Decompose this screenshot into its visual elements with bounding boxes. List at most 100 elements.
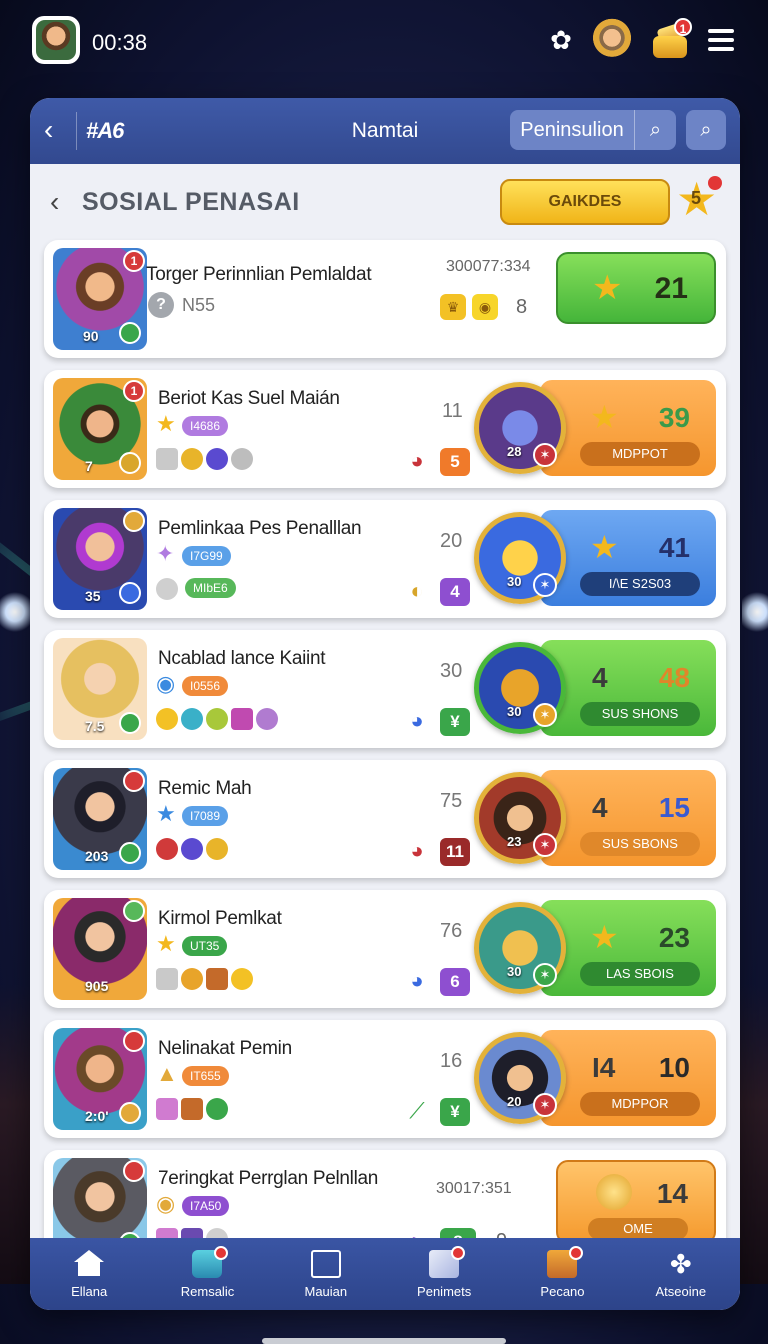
map-icon	[310, 1250, 341, 1278]
profile-avatar[interactable]	[32, 16, 80, 64]
player-name: Beriot Kas Suel Maián	[158, 388, 340, 409]
list-item[interactable]: 203 Remic Mah ★ I7089 75 ◕ 11 4 15 SUS S…	[44, 760, 726, 878]
horn-icon[interactable]: ◐	[404, 578, 430, 604]
tab-map[interactable]: Mauian	[267, 1238, 385, 1310]
score-value: 21	[654, 272, 688, 305]
list-item[interactable]: 905 Kirmol Pemlkat ★ UT35 76 ◕ 6 ★ 23 LA…	[44, 890, 726, 1008]
score-panel[interactable]: 4 48 SUS SHONS	[540, 640, 716, 736]
star-gem-icon	[156, 708, 178, 730]
purple-gem-icon	[256, 708, 278, 730]
gold-gem-icon	[181, 968, 203, 990]
score-panel[interactable]: I4 10 MDPPOR	[540, 1030, 716, 1126]
score-button[interactable]: ★ 21	[556, 252, 716, 324]
shield-icon: ◉	[156, 671, 176, 696]
pin-icon[interactable]: ◕	[404, 838, 430, 864]
score-value: 48	[658, 662, 690, 693]
score-panel[interactable]: ★ 39 MDPPOT	[540, 380, 716, 476]
rank-emblem	[119, 452, 141, 474]
alert-badge	[123, 770, 145, 792]
silver-gem-icon	[156, 448, 178, 470]
search-icon[interactable]: ⌕	[634, 110, 676, 150]
pin-icon[interactable]: ◕	[404, 448, 430, 474]
search-field[interactable]: Peninsulion ⌕	[510, 110, 676, 150]
rank-emblem	[119, 1102, 141, 1124]
player-rank: 75	[440, 790, 463, 812]
status-bar: 00:38 ✿ 1	[0, 0, 768, 90]
tab-home[interactable]: Ellana	[30, 1238, 148, 1310]
action-count[interactable]: 6	[440, 968, 470, 996]
score-label: LAS SBOIS	[580, 962, 700, 986]
character-icon[interactable]	[592, 18, 632, 62]
player-rank: 11	[442, 400, 463, 422]
star-icon: ★	[156, 801, 176, 826]
bird-icon[interactable]: ◕	[404, 968, 430, 994]
tab-items[interactable]: Penimets	[385, 1238, 503, 1310]
player-portrait: 1 90	[53, 248, 147, 350]
horn-medal: 30 ✶	[474, 902, 566, 994]
player-tag: UT35	[182, 936, 228, 956]
medal-badge-icon: ✶	[533, 963, 557, 987]
alert-badge	[123, 1160, 145, 1182]
action-count[interactable]: 11	[440, 838, 470, 866]
star-badge[interactable]: ★ 5	[676, 176, 722, 222]
action-count[interactable]: 4	[440, 578, 470, 606]
score-left: 4	[592, 792, 608, 823]
player-tag: I7089	[182, 806, 229, 826]
player-level: 35	[85, 588, 101, 604]
star-medal: 30 ✶	[474, 512, 566, 604]
sun-badge-icon	[596, 1174, 632, 1210]
settings-icon[interactable]: ✿	[548, 27, 574, 53]
action-count[interactable]: ¥	[440, 708, 470, 736]
action-count[interactable]: 5	[440, 448, 470, 476]
player-rank: 30	[440, 660, 463, 682]
tab-shop[interactable]: Remsalic	[148, 1238, 266, 1310]
sword-icon[interactable]: ⟋	[404, 1098, 430, 1124]
search-label: Peninsulion	[520, 118, 624, 141]
action-count[interactable]: ¥	[440, 1098, 470, 1126]
menu-icon[interactable]	[708, 29, 734, 51]
player-rank: 76	[440, 920, 463, 942]
medal-badge-icon: ✶	[533, 443, 557, 467]
leaderboard-panel: ‹ #A6 Namtai Peninsulion ⌕ ⌕ ‹ SOSIAL PE…	[30, 98, 740, 1310]
star-icon: ★	[592, 269, 623, 307]
player-tag: I7G99	[182, 546, 231, 566]
back-icon[interactable]: ‹	[50, 186, 59, 218]
list-item[interactable]: 1 90 Torger Perinnlian Pemlaldat ? N55 3…	[44, 240, 726, 358]
score-panel[interactable]: 14 OME	[556, 1160, 716, 1244]
tab-chest[interactable]: Pecano	[503, 1238, 621, 1310]
gold-badge	[123, 510, 145, 532]
search-button[interactable]: ⌕	[686, 110, 726, 150]
star-gem-icon	[231, 968, 253, 990]
medal-badge-icon: ✶	[533, 573, 557, 597]
player-name: 7eringkat Perrglan Pelnllan	[158, 1168, 379, 1189]
list-item[interactable]: 7.5 Ncablad lance Kaiint ◉ I0556 30 ◕ ¥ …	[44, 630, 726, 748]
coin-icon: ◉	[156, 1191, 176, 1216]
list-item[interactable]: 1 7 Beriot Kas Suel Maián ★ I4686 11 ◕ 5…	[44, 370, 726, 488]
alert-badge	[123, 1030, 145, 1052]
list-item[interactable]: 35 Pemlinkaa Pes Penalllan ✦ I7G99 MIbE6…	[44, 500, 726, 618]
score-value: 23	[658, 922, 690, 953]
score-panel[interactable]: ★ 41 I/\E S2S03	[540, 510, 716, 606]
gear-gem-icon	[231, 448, 253, 470]
tab-more[interactable]: ✤ Atseoine	[622, 1238, 740, 1310]
bottom-tab-bar: Ellana Remsalic Mauian Penimets Pecano ✤…	[30, 1238, 740, 1310]
panel-header: ‹ #A6 Namtai Peninsulion ⌕ ⌕	[30, 98, 740, 164]
bird-icon[interactable]: ◕	[404, 708, 430, 734]
score-panel[interactable]: ★ 23 LAS SBOIS	[540, 900, 716, 996]
medal-level: 20	[507, 1094, 522, 1109]
player-gems	[156, 838, 228, 860]
player-portrait: 203	[53, 768, 147, 870]
rank-emblem	[119, 712, 141, 734]
score-panel[interactable]: 4 15 SUS SBONS	[540, 770, 716, 866]
gold-action-button[interactable]: GAIKDES	[500, 179, 670, 225]
player-rank: 16	[440, 1050, 463, 1072]
rank-emblem	[119, 582, 141, 604]
score-label: MDPPOR	[580, 1092, 700, 1116]
player-chips: ♛ ◉ 8	[440, 294, 527, 320]
player-level: 905	[85, 978, 109, 994]
treasure-chest-icon[interactable]: 1	[650, 18, 692, 60]
star-gem-icon	[206, 708, 228, 730]
home-indicator[interactable]	[262, 1338, 506, 1344]
alert-badge: 1	[123, 380, 145, 402]
list-item[interactable]: 2:0' Nelinakat Pemin ▲ IT655 16 ⟋ ¥ I4 1…	[44, 1020, 726, 1138]
